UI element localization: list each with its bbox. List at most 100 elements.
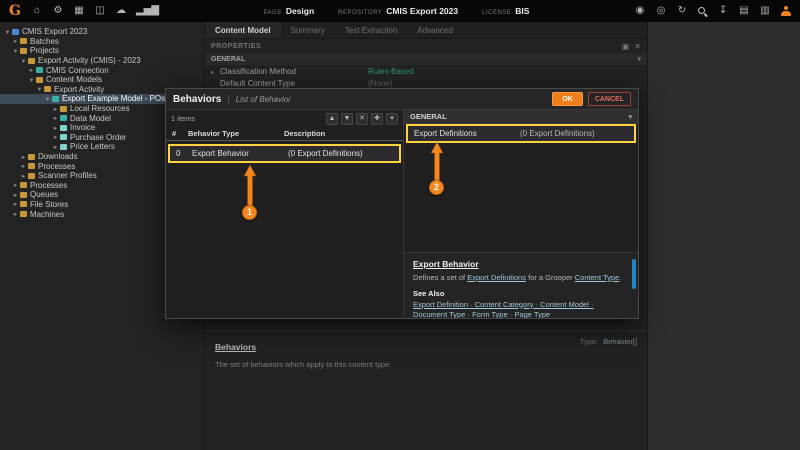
expander-icon[interactable]: ▸ (51, 124, 60, 132)
expander-icon[interactable]: ▸ (19, 162, 28, 170)
page-label: PAGE (264, 10, 282, 16)
export-definitions-link[interactable]: Export Definitions (467, 273, 526, 282)
expander-icon[interactable]: ▸ (51, 143, 60, 151)
tree-item-projects[interactable]: ▾ Projects (0, 46, 204, 56)
stack-icon[interactable]: ▥ (759, 1, 771, 21)
row-number: 0 (176, 149, 192, 158)
tree-item-label: Machines (30, 210, 64, 219)
title-separator: | (227, 94, 229, 104)
expander-icon[interactable]: ▸ (11, 191, 20, 199)
help-pane-title: Behaviors (215, 342, 256, 352)
content-category-link[interactable]: Content Category (468, 300, 533, 309)
expander-icon[interactable]: ▸ (11, 200, 20, 208)
property-value[interactable]: (None) (368, 79, 392, 88)
categorized-view-icon[interactable]: ▣ (622, 42, 630, 51)
expander-icon[interactable]: ▸ (27, 66, 36, 74)
tab-advanced[interactable]: Advanced (407, 22, 463, 38)
dialog-subtitle: List of Behavior (236, 95, 291, 104)
add-icon[interactable]: ✚ (371, 113, 383, 125)
data-model-icon (60, 115, 67, 121)
chevron-down-icon[interactable]: ▾ (637, 55, 641, 63)
add-dropdown-icon[interactable]: ▾ (386, 113, 398, 125)
ok-button[interactable]: OK (552, 92, 583, 106)
tree-item-label: Scanner Profiles (38, 171, 97, 180)
refresh-icon[interactable]: ↻ (676, 1, 688, 21)
cloud-icon[interactable]: ☁ (115, 1, 127, 21)
property-help-pane: Type: Behavior[] Behaviors The set of be… (205, 330, 647, 375)
expander-icon[interactable]: ▸ (11, 181, 20, 189)
help-scrollbar[interactable] (632, 259, 636, 289)
topbar-left-icons: ⌂ ⚙ ▦ ◫ ☁ ▂▅▇ (31, 1, 159, 21)
content-type-link[interactable]: Content Type (575, 273, 619, 282)
expander-icon[interactable]: ▾ (11, 47, 20, 55)
folder-icon (28, 163, 35, 169)
expander-icon[interactable]: ▾ (35, 85, 44, 93)
tree-item-content-models[interactable]: ▾ Content Models (0, 75, 204, 85)
delete-icon[interactable]: ✕ (356, 113, 368, 125)
expander-icon[interactable]: ▸ (19, 153, 28, 161)
tools-icon[interactable]: ⚙ (52, 1, 64, 21)
expander-icon[interactable]: ▾ (43, 95, 52, 103)
properties-toolbar-icons: ▣ ✕ (622, 42, 641, 51)
record-icon[interactable]: ◉ (634, 1, 646, 21)
folder-icon (28, 154, 35, 160)
general-section-header[interactable]: GENERAL ▾ (404, 110, 638, 124)
expander-icon[interactable]: ▾ (27, 76, 36, 84)
tree-item-export-activity-cmis[interactable]: ▾ Export Activity (CMIS) - 2023 (0, 56, 204, 66)
property-value: (0 Export Definitions) (520, 129, 595, 138)
collapse-all-icon[interactable]: ✕ (634, 42, 641, 51)
type-label: Type: (580, 337, 598, 346)
move-up-icon[interactable]: ▲ (326, 113, 338, 125)
form-type-link[interactable]: Form Type (465, 310, 507, 318)
repository-value: CMIS Export 2023 (386, 6, 458, 16)
tab-test-extraction[interactable]: Test Extraction (335, 22, 407, 38)
expander-icon[interactable]: ▸ (211, 68, 220, 76)
export-definition-link[interactable]: Export Definition (413, 300, 468, 309)
search-icon[interactable] (697, 6, 708, 17)
folder-icon (20, 192, 27, 198)
properties-general-section[interactable]: GENERAL ▾ (205, 53, 647, 66)
home-icon[interactable]: ⌂ (31, 1, 43, 21)
property-row-classification-method[interactable]: ▸ Classification Method Rules-Based (205, 66, 647, 78)
behavior-row-export[interactable]: 0 Export Behavior (0 Export Definitions) (170, 146, 399, 161)
folder-icon (20, 211, 27, 217)
tree-item-cmis-export-2023[interactable]: ▾ CMIS Export 2023 (0, 27, 204, 37)
tree-item-label: Export Activity (54, 85, 104, 94)
user-icon[interactable] (780, 6, 791, 17)
tab-content-model[interactable]: Content Model (205, 22, 281, 38)
folder-icon (20, 182, 27, 188)
page-indicator: PAGE Design (264, 6, 315, 16)
folder-icon (28, 173, 35, 179)
see-also-links: Export DefinitionContent CategoryContent… (413, 300, 629, 319)
tab-summary[interactable]: Summary (281, 22, 335, 38)
modules-icon[interactable]: ▦ (73, 1, 85, 21)
row-description: (0 Export Definitions) (288, 149, 393, 158)
page-type-link[interactable]: Page Type (508, 310, 550, 318)
expander-icon[interactable]: ▸ (51, 114, 60, 122)
expander-icon[interactable]: ▾ (19, 57, 28, 65)
expander-icon[interactable]: ▾ (3, 28, 12, 36)
download-icon[interactable]: ↧ (717, 1, 729, 21)
cancel-button[interactable]: CANCEL (588, 92, 631, 106)
move-down-icon[interactable]: ▼ (341, 113, 353, 125)
expander-icon[interactable]: ▸ (19, 172, 28, 180)
tree-item-cmis-connection[interactable]: ▸ CMIS Connection (0, 65, 204, 75)
expander-icon[interactable]: ▸ (51, 133, 60, 141)
property-value[interactable]: Rules-Based (368, 67, 414, 76)
property-name: Default Content Type (220, 79, 368, 88)
stats-icon[interactable]: ▂▅▇ (136, 1, 159, 21)
storage-icon[interactable]: ◫ (94, 1, 106, 21)
layers-icon[interactable]: ▤ (738, 1, 750, 21)
dialog-header[interactable]: Behaviors | List of Behavior OK CANCEL (166, 89, 638, 110)
chevron-down-icon[interactable]: ▾ (628, 113, 632, 121)
export-definitions-row[interactable]: Export Definitions (0 Export Definitions… (408, 126, 634, 141)
expander-icon[interactable]: ▸ (51, 105, 60, 113)
expander-icon[interactable]: ▸ (11, 210, 20, 218)
tree-item-batches[interactable]: ▸ Batches (0, 37, 204, 47)
disc-icon[interactable]: ◎ (655, 1, 667, 21)
tree-item-label: CMIS Export 2023 (22, 27, 87, 36)
content-model-link[interactable]: Content Model (534, 300, 589, 309)
annotation-badge-2: 2 (429, 180, 444, 195)
expander-icon[interactable]: ▸ (11, 37, 20, 45)
dialog-buttons: OK CANCEL (552, 92, 631, 106)
